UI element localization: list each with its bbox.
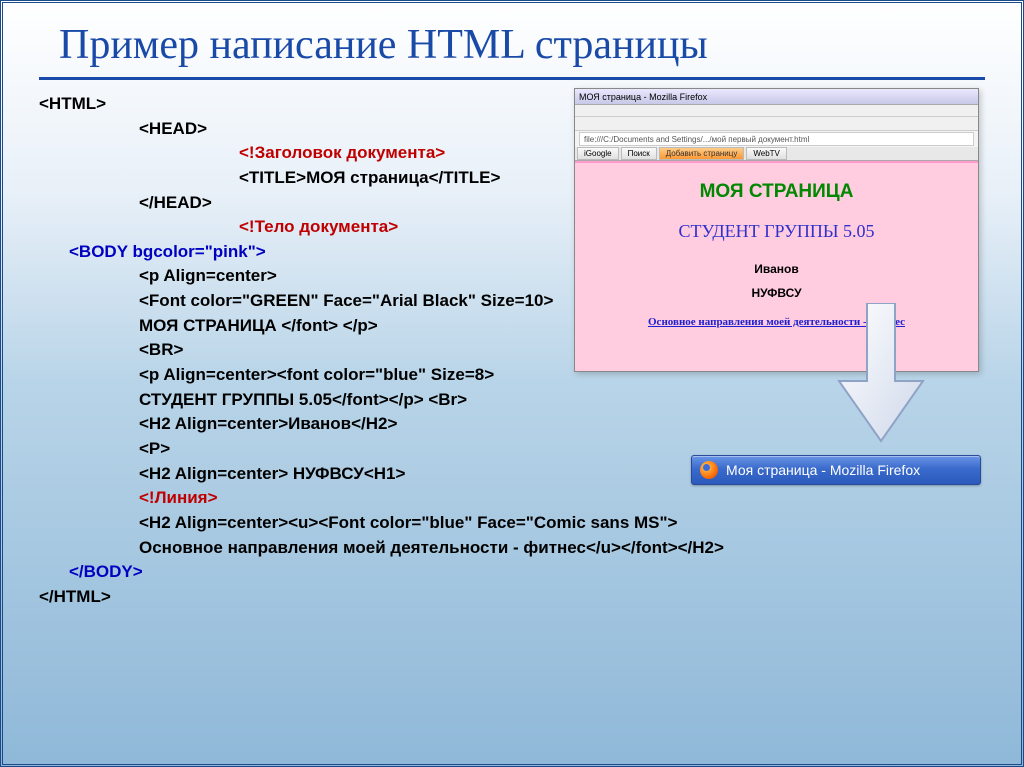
preview-name: Иванов bbox=[583, 262, 970, 276]
preview-page: МОЯ СТРАНИЦА СТУДЕНТ ГРУППЫ 5.05 Иванов … bbox=[575, 161, 978, 371]
preview-link: Основное направления моей деятельности -… bbox=[583, 316, 970, 328]
browser-preview: МОЯ страница - Mozilla Firefox file:///C… bbox=[574, 88, 979, 372]
taskbar-label: Моя страница - Mozilla Firefox bbox=[726, 462, 920, 478]
preview-titlebar: МОЯ страница - Mozilla Firefox bbox=[575, 89, 978, 105]
preview-tab: Поиск bbox=[621, 147, 657, 160]
preview-tab: Добавить страницу bbox=[659, 147, 745, 160]
preview-address-text: file:///C:/Documents and Settings/.../мо… bbox=[584, 135, 809, 144]
preview-toolbar bbox=[575, 117, 978, 131]
code-line: Основное направления моей деятельности -… bbox=[39, 536, 1021, 561]
slide-title: Пример написание HTML страницы bbox=[3, 3, 1021, 69]
code-line: СТУДЕНТ ГРУППЫ 5.05</font></p> <Br> bbox=[39, 388, 1021, 413]
code-line: </BODY> bbox=[39, 560, 1021, 585]
code-comment: <!Линия> bbox=[39, 486, 1021, 511]
code-line: <H2 Align=center>Иванов</H2> bbox=[39, 412, 1021, 437]
taskbar-button[interactable]: Моя страница - Mozilla Firefox bbox=[691, 455, 981, 485]
code-line: </HTML> bbox=[39, 585, 1021, 610]
preview-tabs: iGoogle Поиск Добавить страницу WebTV bbox=[575, 147, 978, 161]
preview-title-text: МОЯ страница - Mozilla Firefox bbox=[579, 92, 707, 102]
preview-heading1: МОЯ СТРАНИЦА bbox=[583, 181, 970, 203]
title-underline bbox=[39, 77, 985, 80]
preview-menubar bbox=[575, 105, 978, 117]
preview-org: НУФВСУ bbox=[583, 286, 970, 300]
preview-tab: iGoogle bbox=[577, 147, 619, 160]
preview-heading2: СТУДЕНТ ГРУППЫ 5.05 bbox=[583, 221, 970, 242]
firefox-icon bbox=[700, 461, 718, 479]
preview-address-bar: file:///C:/Documents and Settings/.../мо… bbox=[579, 132, 974, 146]
code-line: <H2 Align=center><u><Font color="blue" F… bbox=[39, 511, 1021, 536]
preview-tab: WebTV bbox=[746, 147, 787, 160]
